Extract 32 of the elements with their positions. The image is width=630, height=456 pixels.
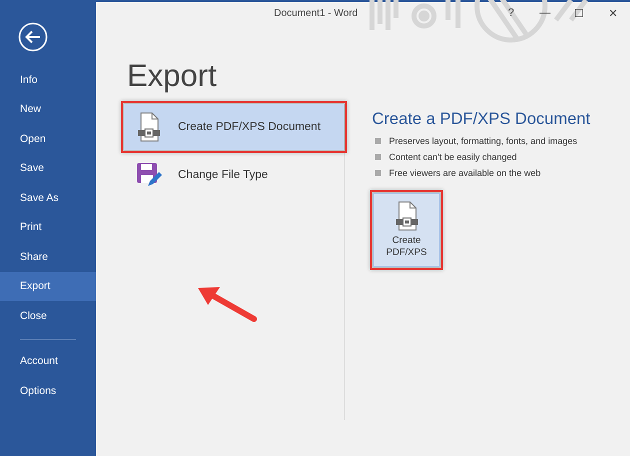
minimize-icon[interactable]: — xyxy=(528,2,562,20)
document-icon xyxy=(394,200,420,231)
bullet-text: Preserves layout, formatting, fonts, and images xyxy=(389,136,578,146)
sidebar-item[interactable]: Account xyxy=(0,346,96,376)
sidebar-item[interactable]: New xyxy=(0,94,96,124)
sidebar-item[interactable]: Options xyxy=(0,376,96,406)
bullet-text: Free viewers are available on the web xyxy=(389,168,541,178)
window-title: Document1 - Word xyxy=(274,8,358,19)
page-title: Export xyxy=(127,58,218,94)
annotation-arrow xyxy=(196,285,258,323)
export-option[interactable]: Change File Type xyxy=(124,152,344,198)
sidebar-item[interactable]: Print xyxy=(0,212,96,242)
sidebar-item[interactable]: Open xyxy=(0,124,96,154)
maximize-icon[interactable]: ☐ xyxy=(562,2,596,20)
floppy-pencil-icon xyxy=(136,162,162,188)
back-icon[interactable] xyxy=(18,22,48,52)
close-icon[interactable]: ✕ xyxy=(596,2,630,20)
bullet-icon xyxy=(375,138,381,144)
help-icon[interactable]: ? xyxy=(494,2,528,20)
sidebar-item[interactable]: Save xyxy=(0,154,96,183)
section-heading: Create a PDF/XPS Document xyxy=(372,110,590,129)
bullet-icon xyxy=(375,170,381,176)
sidebar-item[interactable]: Share xyxy=(0,242,96,272)
sidebar-item[interactable]: Close xyxy=(0,301,96,330)
create-pdf-button[interactable]: Create PDF/XPS xyxy=(373,193,440,267)
sidebar-item[interactable]: Save As xyxy=(0,183,96,212)
sidebar-item[interactable]: Export xyxy=(0,272,96,301)
sidebar-item[interactable]: Info xyxy=(0,65,96,94)
bullet-icon xyxy=(375,154,381,160)
document-icon xyxy=(136,112,162,142)
bullet-text: Content can't be easily changed xyxy=(389,152,517,162)
export-option[interactable]: Create PDF/XPS Document xyxy=(124,104,344,150)
